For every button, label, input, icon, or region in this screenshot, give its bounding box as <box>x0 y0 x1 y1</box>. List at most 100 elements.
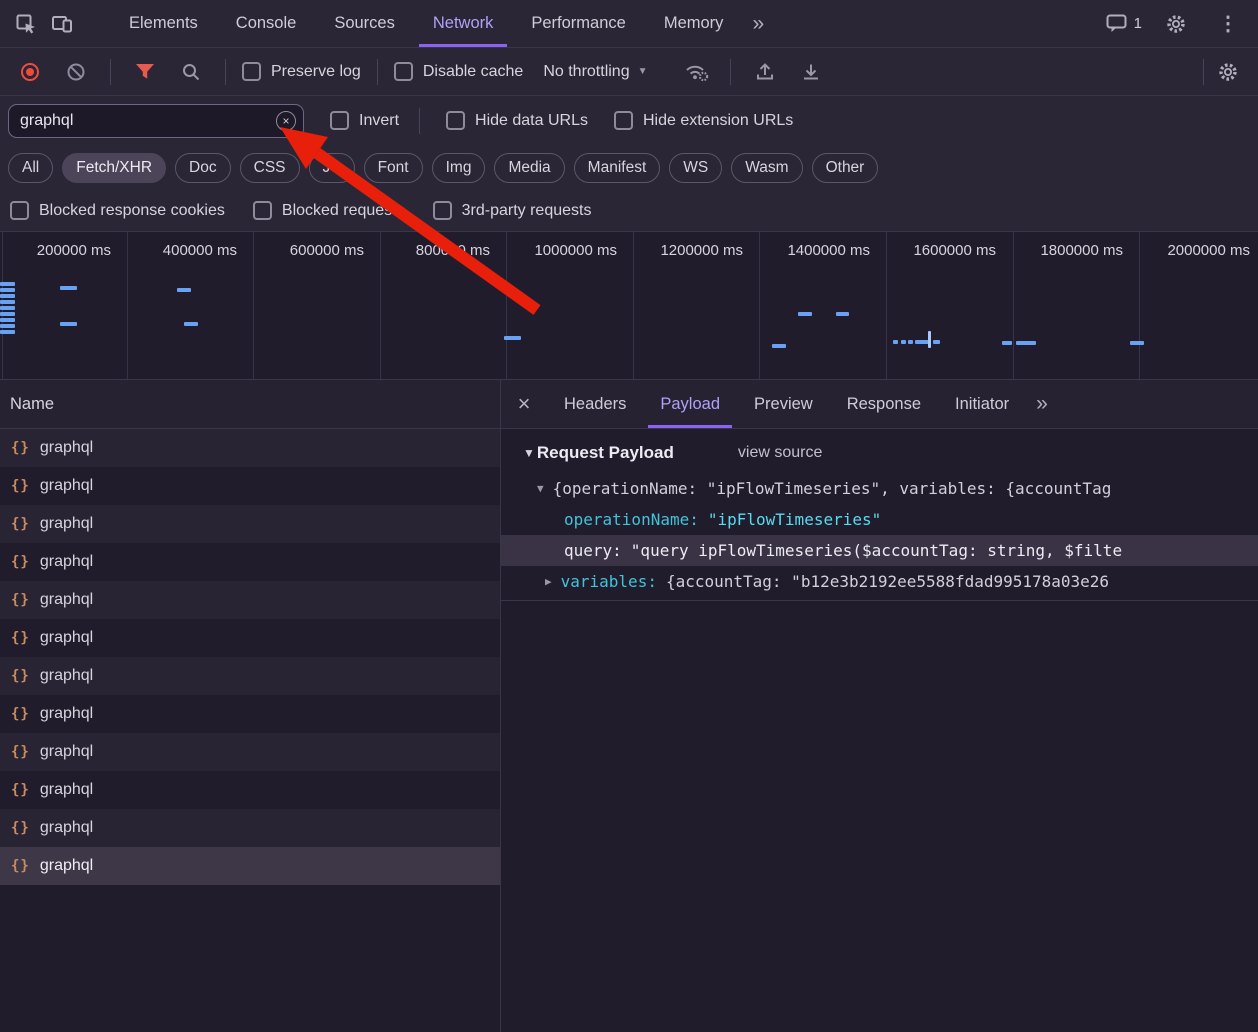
network-filter-input[interactable] <box>8 104 304 138</box>
request-row[interactable]: {}graphql <box>0 695 500 733</box>
filter-pill-manifest[interactable]: Manifest <box>574 153 661 183</box>
tab-network[interactable]: Network <box>414 0 513 47</box>
invert-checkbox[interactable]: Invert <box>330 111 399 130</box>
network-conditions-icon[interactable] <box>678 54 714 90</box>
filter-pill-js[interactable]: JS <box>309 153 355 183</box>
blocked-response-cookies-checkbox[interactable]: Blocked response cookies <box>10 201 225 220</box>
waterfall-bar <box>184 322 198 326</box>
record-button[interactable] <box>12 54 48 90</box>
request-row[interactable]: {}graphql <box>0 733 500 771</box>
request-row-selected[interactable]: {}graphql <box>0 847 500 885</box>
import-har-icon[interactable] <box>747 54 783 90</box>
disable-cache-checkbox[interactable]: Disable cache <box>394 62 524 81</box>
tab-elements[interactable]: Elements <box>110 0 217 47</box>
checkbox[interactable] <box>433 201 452 220</box>
filter-funnel-icon[interactable] <box>127 54 163 90</box>
timeline-tick: 400000 ms <box>125 242 237 259</box>
request-row[interactable]: {}graphql <box>0 581 500 619</box>
export-har-icon[interactable] <box>793 54 829 90</box>
network-settings-gear-icon[interactable] <box>1210 54 1246 90</box>
payload-operation-line[interactable]: operationName: "ipFlowTimeseries" <box>501 504 1258 535</box>
overview-panel[interactable]: 200000 ms 400000 ms 600000 ms 800000 ms … <box>0 232 1258 380</box>
request-row[interactable]: {}graphql <box>0 619 500 657</box>
checkbox[interactable] <box>446 111 465 130</box>
payload-variables-line[interactable]: ▶ variables: {accountTag: "b12e3b2192ee5… <box>501 566 1258 597</box>
console-messages-badge[interactable]: 1 <box>1106 14 1142 33</box>
filter-pill-css[interactable]: CSS <box>240 153 300 183</box>
collapse-triangle-icon[interactable]: ▼ <box>537 482 544 495</box>
waterfall-bar <box>504 336 521 340</box>
json-string-value: "query ipFlowTimeseries($accountTag: str… <box>631 541 1122 560</box>
filter-pill-media[interactable]: Media <box>494 153 564 183</box>
json-key: query: <box>564 541 622 560</box>
filter-pill-all[interactable]: All <box>8 153 53 183</box>
checkbox[interactable] <box>10 201 29 220</box>
filter-pill-ws[interactable]: WS <box>669 153 722 183</box>
payload-root-line[interactable]: ▼ {operationName: "ipFlowTimeseries", va… <box>501 473 1258 504</box>
blocked-requests-checkbox[interactable]: Blocked requests <box>253 201 405 220</box>
filter-pill-other[interactable]: Other <box>812 153 879 183</box>
request-row[interactable]: {}graphql <box>0 505 500 543</box>
view-source-link[interactable]: view source <box>738 444 822 462</box>
details-tab-response[interactable]: Response <box>830 380 938 428</box>
payload-view: ▼ Request Payload view source ▼ {operati… <box>501 429 1258 601</box>
tab-sources[interactable]: Sources <box>315 0 414 47</box>
filter-pill-img[interactable]: Img <box>432 153 486 183</box>
hide-extension-urls-checkbox[interactable]: Hide extension URLs <box>614 111 793 130</box>
json-key: operationName: <box>564 510 699 529</box>
timeline-tick: 800000 ms <box>378 242 490 259</box>
clear-filter-icon[interactable]: × <box>276 111 296 131</box>
disable-cache-label: Disable cache <box>423 63 524 81</box>
preserve-log-label: Preserve log <box>271 63 361 81</box>
kebab-menu-icon[interactable]: ⋮ <box>1210 6 1246 42</box>
details-tab-headers[interactable]: Headers <box>547 380 643 428</box>
search-icon[interactable] <box>173 54 209 90</box>
request-type-filters: All Fetch/XHR Doc CSS JS Font Img Media … <box>0 145 1258 190</box>
request-name: graphql <box>40 477 93 495</box>
tab-memory[interactable]: Memory <box>645 0 743 47</box>
more-tabs-icon[interactable]: » <box>742 12 774 36</box>
preserve-log-checkbox[interactable]: Preserve log <box>242 62 361 81</box>
checkbox[interactable] <box>242 62 261 81</box>
settings-gear-icon[interactable] <box>1158 6 1194 42</box>
json-icon: {} <box>11 478 30 494</box>
checkbox[interactable] <box>614 111 633 130</box>
filter-pill-doc[interactable]: Doc <box>175 153 231 183</box>
close-details-icon[interactable]: × <box>501 380 547 428</box>
device-toolbar-icon[interactable] <box>44 6 80 42</box>
tab-performance[interactable]: Performance <box>512 0 644 47</box>
checkbox[interactable] <box>253 201 272 220</box>
third-party-requests-label: 3rd-party requests <box>462 202 592 220</box>
inspect-element-icon[interactable] <box>8 6 44 42</box>
filter-pill-wasm[interactable]: Wasm <box>731 153 802 183</box>
details-tabbar: × Headers Payload Preview Response Initi… <box>501 380 1258 429</box>
request-row[interactable]: {} graphql <box>0 467 500 505</box>
tab-console[interactable]: Console <box>217 0 316 47</box>
checkbox[interactable] <box>394 62 413 81</box>
details-tab-initiator[interactable]: Initiator <box>938 380 1026 428</box>
details-tab-payload[interactable]: Payload <box>643 380 737 428</box>
hide-data-urls-checkbox[interactable]: Hide data URLs <box>446 111 588 130</box>
blocked-response-cookies-label: Blocked response cookies <box>39 202 225 220</box>
third-party-requests-checkbox[interactable]: 3rd-party requests <box>433 201 592 220</box>
payload-query-line-selected[interactable]: query: "query ipFlowTimeseries($accountT… <box>501 535 1258 566</box>
timeline-tick: 200000 ms <box>0 242 111 259</box>
details-tab-preview[interactable]: Preview <box>737 380 830 428</box>
request-row[interactable]: {}graphql <box>0 809 500 847</box>
timeline-tick: 1600000 ms <box>884 242 996 259</box>
section-collapse-icon[interactable]: ▼ <box>523 446 535 460</box>
request-row[interactable]: {}graphql <box>0 657 500 695</box>
request-row[interactable]: {}graphql <box>0 771 500 809</box>
throttling-select[interactable]: No throttling ▼ <box>543 63 647 81</box>
more-details-tabs-icon[interactable]: » <box>1026 392 1058 416</box>
filter-pill-fetch-xhr[interactable]: Fetch/XHR <box>62 153 166 183</box>
name-column-header[interactable]: Name <box>0 380 500 429</box>
clear-network-log-icon[interactable] <box>58 54 94 90</box>
expand-triangle-icon[interactable]: ▶ <box>545 575 552 588</box>
request-name: graphql <box>40 515 93 533</box>
checkbox[interactable] <box>330 111 349 130</box>
request-row[interactable]: {}graphql <box>0 543 500 581</box>
request-details-panel: × Headers Payload Preview Response Initi… <box>501 380 1258 1032</box>
filter-pill-font[interactable]: Font <box>364 153 423 183</box>
request-row[interactable]: {}graphql <box>0 429 500 467</box>
